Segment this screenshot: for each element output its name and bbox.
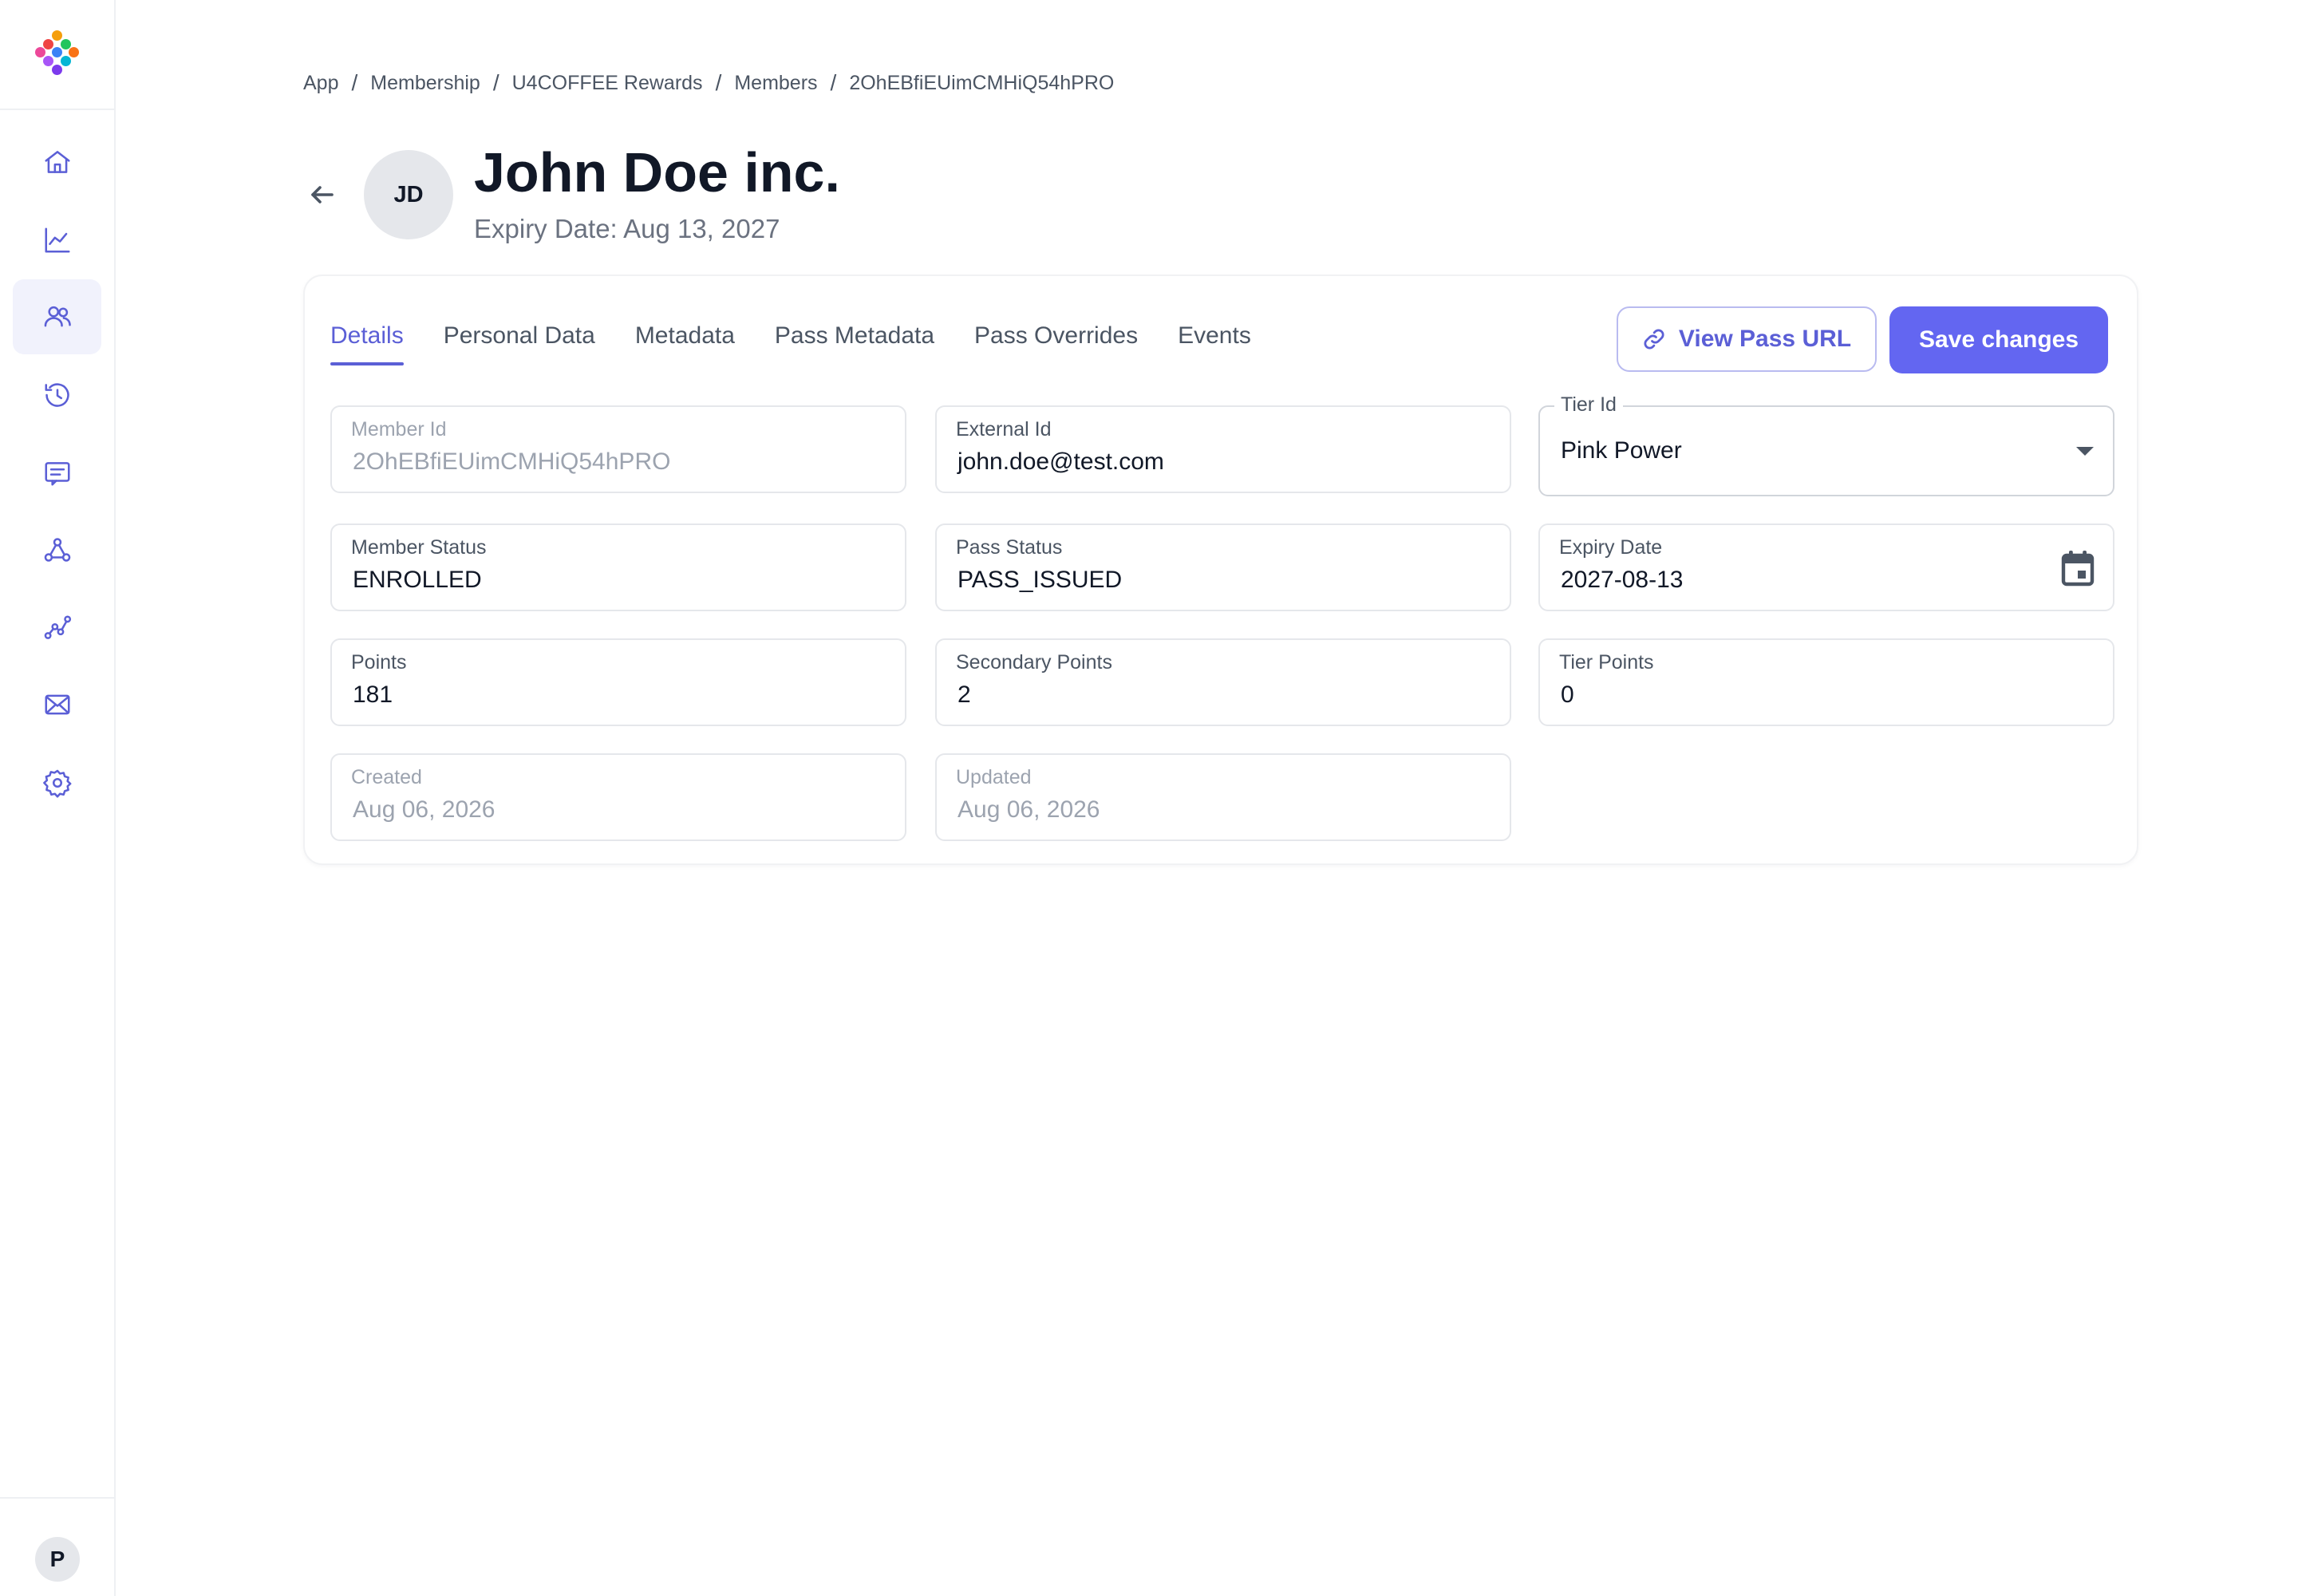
breadcrumb-membership[interactable]: Membership	[370, 72, 480, 95]
breadcrumb-app[interactable]: App	[303, 72, 338, 95]
breadcrumb: App / Membership / U4COFFEE Rewards / Me…	[303, 70, 1114, 96]
created-label: Created	[351, 766, 422, 788]
sidebar-item-analytics[interactable]	[13, 203, 101, 278]
breadcrumb-members[interactable]: Members	[734, 72, 817, 95]
calendar-icon[interactable]	[2060, 549, 2095, 587]
breadcrumb-separator: /	[351, 70, 358, 95]
updated-value: Aug 06, 2026	[958, 796, 1100, 823]
sidebar-divider	[0, 109, 114, 110]
created-field[interactable]: Created Aug 06, 2026	[330, 753, 906, 841]
points-label: Points	[351, 651, 407, 674]
member-avatar: JD	[364, 150, 453, 239]
breadcrumb-program[interactable]: U4COFFEE Rewards	[512, 72, 703, 95]
chart-line-icon	[44, 227, 70, 253]
tab-events[interactable]: Events	[1178, 322, 1251, 365]
secondary-points-label: Secondary Points	[956, 651, 1112, 674]
view-pass-url-button[interactable]: View Pass URL	[1617, 306, 1877, 372]
member-id-value: 2OhEBfiEUimCMHiQ54hPRO	[353, 448, 671, 475]
user-avatar[interactable]: P	[35, 1537, 80, 1582]
sidebar-item-trends[interactable]	[13, 591, 101, 666]
expiry-date-value: 2027-08-13	[1561, 567, 1684, 593]
tab-bar: Details Personal Data Metadata Pass Meta…	[330, 322, 1251, 365]
tier-points-value: 0	[1561, 681, 1574, 708]
member-status-label: Member Status	[351, 536, 487, 559]
caret-down-icon	[2076, 447, 2094, 456]
breadcrumb-separator: /	[830, 70, 837, 95]
sidebar-item-history[interactable]	[13, 358, 101, 433]
expiry-date-label: Expiry Date	[1559, 536, 1663, 559]
tab-pass-overrides[interactable]: Pass Overrides	[974, 322, 1138, 365]
tier-points-field[interactable]: Tier Points 0	[1538, 638, 2114, 726]
trend-icon	[44, 615, 71, 639]
updated-label: Updated	[956, 766, 1032, 788]
points-value: 181	[353, 681, 393, 708]
tab-details[interactable]: Details	[330, 322, 404, 365]
tier-id-select[interactable]: Tier Id Pink Power	[1538, 393, 2114, 496]
tier-id-value: Pink Power	[1561, 437, 1682, 464]
member-details-card: Details Personal Data Metadata Pass Meta…	[303, 275, 2138, 865]
sidebar-item-messages[interactable]	[13, 436, 101, 511]
external-id-field[interactable]: External Id john.doe@test.com	[935, 405, 1511, 493]
tab-personal-data[interactable]: Personal Data	[444, 322, 595, 365]
external-id-label: External Id	[956, 418, 1052, 440]
secondary-points-value: 2	[958, 681, 971, 708]
expiry-date-field[interactable]: Expiry Date 2027-08-13	[1538, 523, 2114, 611]
external-id-value: john.doe@test.com	[958, 448, 1164, 475]
tier-id-label: Tier Id	[1554, 393, 1623, 417]
sidebar-item-webhooks[interactable]	[13, 512, 101, 587]
sidebar-divider-bottom	[0, 1497, 114, 1499]
page-subtitle: Expiry Date: Aug 13, 2027	[474, 214, 780, 243]
save-changes-button[interactable]: Save changes	[1889, 306, 2108, 373]
member-status-field[interactable]: Member Status ENROLLED	[330, 523, 906, 611]
tab-metadata[interactable]: Metadata	[635, 322, 735, 365]
points-field[interactable]: Points 181	[330, 638, 906, 726]
view-pass-url-label: View Pass URL	[1678, 326, 1852, 352]
breadcrumb-separator: /	[492, 70, 499, 95]
sidebar-item-email[interactable]	[13, 667, 101, 742]
back-button[interactable]	[308, 180, 337, 209]
tab-pass-metadata[interactable]: Pass Metadata	[775, 322, 934, 365]
link-icon	[1644, 329, 1664, 350]
settings-icon	[42, 769, 71, 798]
pass-status-value: PASS_ISSUED	[958, 567, 1123, 593]
member-id-field[interactable]: Member Id 2OhEBfiEUimCMHiQ54hPRO	[330, 405, 906, 493]
member-id-label: Member Id	[351, 418, 447, 440]
breadcrumb-separator: /	[715, 70, 722, 95]
created-value: Aug 06, 2026	[353, 796, 496, 823]
mail-icon	[44, 694, 70, 715]
sidebar-item-home[interactable]	[13, 124, 101, 200]
webhook-icon	[44, 538, 70, 562]
member-status-value: ENROLLED	[353, 567, 482, 593]
secondary-points-field[interactable]: Secondary Points 2	[935, 638, 1511, 726]
updated-field[interactable]: Updated Aug 06, 2026	[935, 753, 1511, 841]
pass-status-field[interactable]: Pass Status PASS_ISSUED	[935, 523, 1511, 611]
page-title: John Doe inc.	[474, 141, 840, 203]
pass-status-label: Pass Status	[956, 536, 1063, 559]
breadcrumb-current: 2OhEBfiEUimCMHiQ54hPRO	[849, 71, 1115, 94]
sidebar-item-settings[interactable]	[13, 745, 101, 820]
users-icon	[44, 306, 71, 327]
home-icon	[44, 151, 70, 173]
sidebar: P	[0, 0, 116, 1596]
sidebar-item-members[interactable]	[13, 279, 101, 354]
app-logo-icon[interactable]	[35, 30, 80, 75]
tier-points-label: Tier Points	[1559, 651, 1654, 674]
message-icon	[44, 462, 70, 486]
history-icon	[44, 383, 69, 407]
arrow-left-icon	[311, 186, 334, 203]
